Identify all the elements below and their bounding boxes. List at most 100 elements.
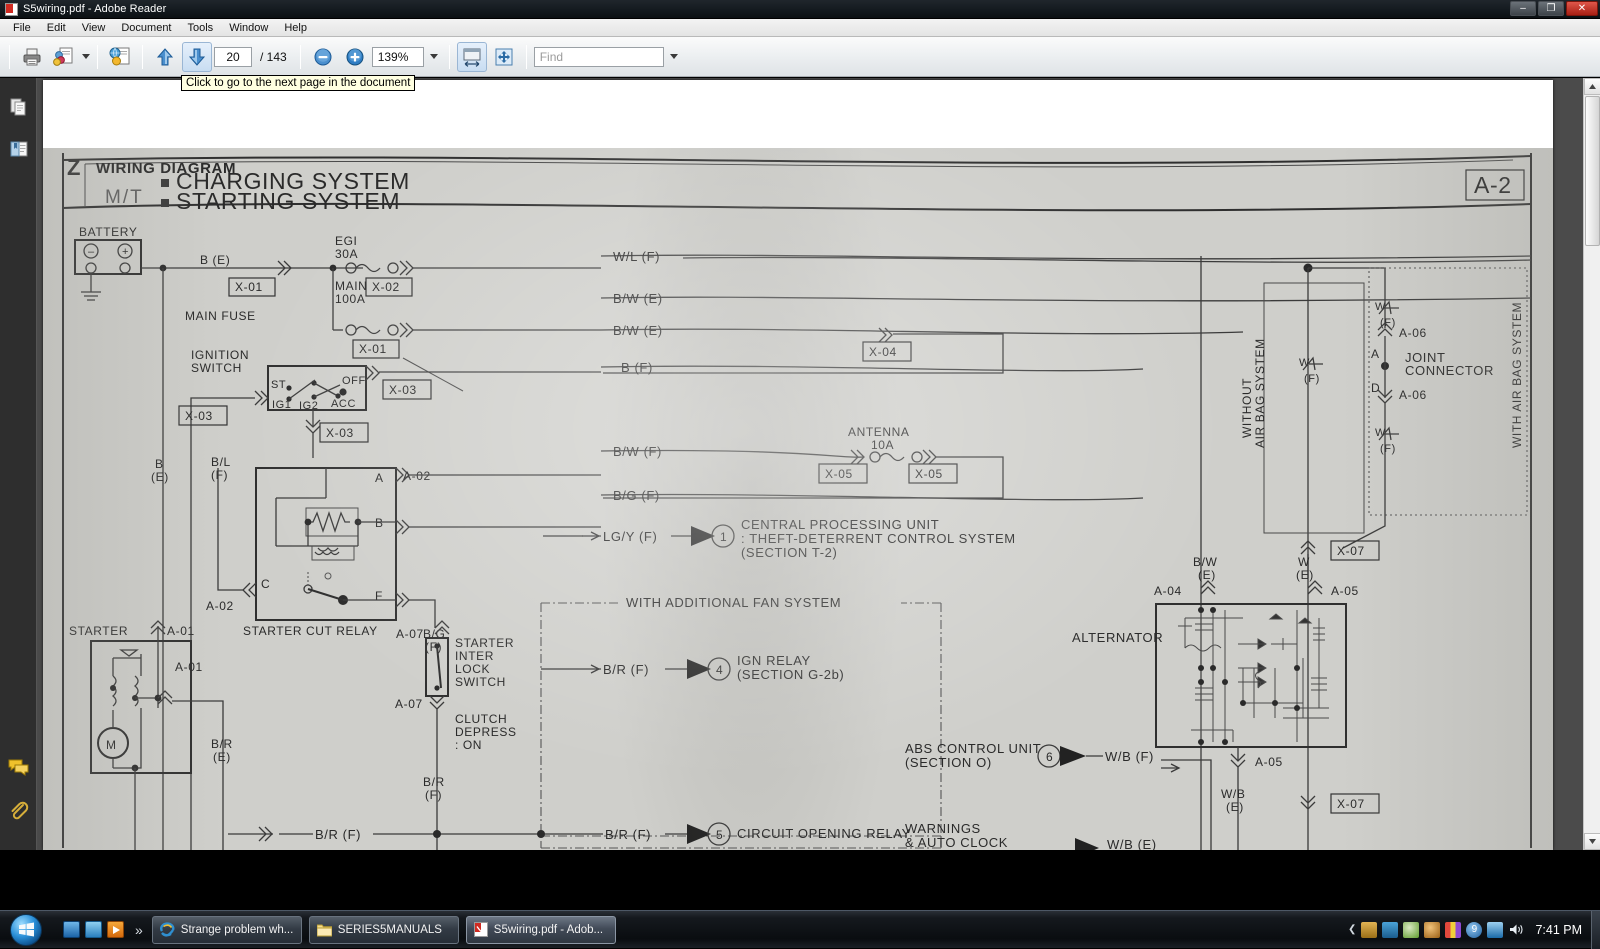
window-title: S5wiring.pdf - Adobe Reader — [23, 3, 166, 15]
connector-x07-bottom: X-07 — [1337, 797, 1365, 811]
zoom-in-button[interactable] — [340, 42, 370, 72]
wire-br-f-vert-2: (F) — [425, 788, 442, 802]
relay-terminal-b: B — [375, 516, 384, 530]
taskbar-item-adobe-reader[interactable]: S5wiring.pdf - Adob... — [466, 916, 616, 944]
ignition-switch-label-1: IGNITION — [191, 348, 249, 362]
menu-view[interactable]: View — [74, 21, 114, 35]
taskbar-item-folder[interactable]: SERIES5MANUALS — [309, 916, 459, 944]
wire-wl-f: W/L (F) — [613, 249, 660, 264]
zoom-in-icon — [345, 47, 365, 67]
wire-w-f-2b: (F) — [1380, 443, 1396, 455]
toolbar-divider — [9, 45, 10, 69]
wire-b-e: B (E) — [200, 253, 230, 267]
email-document-button[interactable] — [49, 42, 79, 72]
page-total-label: / 143 — [260, 50, 287, 64]
wire-bw-f: B/W (F) — [613, 444, 662, 459]
system-2-label: STARTING SYSTEM — [176, 188, 400, 214]
page-number-input[interactable]: 20 — [214, 47, 252, 67]
pdf-icon — [474, 922, 488, 937]
menu-document[interactable]: Document — [113, 21, 179, 35]
show-desktop-button[interactable] — [1591, 911, 1600, 949]
callout-arrow — [1075, 838, 1099, 850]
utorrent-icon[interactable] — [1382, 922, 1398, 938]
terminal-a06-top: A-06 — [1399, 326, 1427, 340]
starter-motor-label: M — [106, 738, 117, 752]
taskbar-clock[interactable]: 7:41 PM — [1535, 923, 1582, 937]
next-page-tooltip: Click to go to the next page in the docu… — [181, 75, 415, 91]
abs-label-2: (SECTION O) — [905, 755, 992, 770]
scroll-up-button[interactable] — [1584, 78, 1600, 95]
abs-label-1: ABS CONTROL UNIT — [905, 741, 1041, 756]
volume-icon[interactable] — [1508, 922, 1524, 938]
maximize-button[interactable]: ❐ — [1538, 1, 1564, 16]
minimize-button[interactable]: – — [1510, 1, 1536, 16]
bookmarks-panel-button[interactable] — [0, 128, 37, 170]
globe-check-icon[interactable] — [1424, 922, 1440, 938]
taskbar-item-browser[interactable]: Strange problem wh... — [152, 916, 302, 944]
terminal-a02-left: A-02 — [206, 599, 234, 613]
menu-window[interactable]: Window — [221, 21, 276, 35]
find-input[interactable]: Find — [534, 47, 664, 67]
menu-edit[interactable]: Edit — [39, 21, 74, 35]
document-viewport[interactable]: A-2 Z WIRING DIAGRAM M/T CHARGING SYSTEM… — [37, 78, 1600, 850]
internet-explorer-icon — [160, 922, 175, 937]
comments-panel-button[interactable] — [0, 746, 37, 788]
scrollbar-thumb[interactable] — [1585, 96, 1600, 246]
battery-label: BATTERY — [79, 225, 137, 239]
wire-br-f-vert-1: B/R — [423, 775, 445, 789]
wire-b-e-vert-1: B — [155, 457, 164, 471]
ign-position-acc: ACC — [331, 398, 356, 410]
without-air-bag-label-1: WITHOUT — [1240, 378, 1254, 438]
scroll-down-button[interactable] — [1584, 833, 1600, 850]
vertical-scrollbar[interactable] — [1583, 78, 1600, 850]
pages-panel-button[interactable] — [0, 86, 37, 128]
without-air-bag-label-2: AIR BAG SYSTEM — [1253, 338, 1267, 448]
close-button[interactable]: ✕ — [1566, 1, 1598, 16]
fit-width-icon — [461, 46, 483, 68]
email-document-dropdown[interactable] — [81, 46, 90, 68]
quick-launch-overflow-button[interactable]: » — [135, 922, 143, 938]
zoom-dropdown-button[interactable] — [426, 46, 442, 68]
terminal-a01-top: A-01 — [167, 624, 195, 638]
shield-green-icon[interactable] — [1403, 922, 1419, 938]
zoom-out-button[interactable] — [308, 42, 338, 72]
navigation-pane — [0, 78, 37, 850]
colorbars-icon[interactable] — [1445, 922, 1461, 938]
next-page-button[interactable] — [182, 42, 212, 72]
starter-interlock-1: STARTER — [455, 636, 514, 650]
tray-expand-button[interactable]: ❮ — [1348, 924, 1356, 935]
joint-terminal-a: A — [1371, 347, 1380, 361]
blue-9-icon[interactable]: 9 — [1466, 922, 1482, 938]
wiring-diagram-svg: A-2 Z WIRING DIAGRAM M/T CHARGING SYSTEM… — [43, 148, 1553, 850]
wire-w-f-3b: (F) — [1304, 373, 1320, 385]
chevron-up-icon — [1589, 84, 1596, 89]
fit-page-button[interactable] — [489, 42, 519, 72]
with-air-bag-label: WITH AIR BAG SYSTEM — [1510, 302, 1524, 448]
previous-page-button[interactable] — [150, 42, 180, 72]
callout-number-4: 4 — [716, 663, 723, 677]
print-button[interactable] — [17, 42, 47, 72]
menu-file[interactable]: File — [5, 21, 39, 35]
start-button[interactable] — [3, 913, 49, 947]
fit-width-button[interactable] — [457, 42, 487, 72]
printer-tray-icon[interactable] — [1361, 922, 1377, 938]
menu-help[interactable]: Help — [276, 21, 315, 35]
ign-position-ig2: IG2 — [299, 400, 319, 412]
callout-number-1: 1 — [720, 530, 727, 544]
show-desktop-icon[interactable] — [63, 921, 80, 938]
attachments-panel-button[interactable] — [0, 790, 37, 832]
network-icon[interactable] — [1487, 922, 1503, 938]
zoom-level-input[interactable]: 139% — [372, 47, 424, 67]
switch-windows-icon[interactable] — [85, 921, 102, 938]
windows-logo-icon — [18, 921, 35, 938]
connector-x02: X-02 — [372, 280, 400, 294]
find-dropdown-button[interactable] — [666, 46, 682, 68]
warnings-sub-label: & AUTO CLOCK — [905, 835, 1008, 850]
menu-tools[interactable]: Tools — [180, 21, 222, 35]
taskbar-item-label: Strange problem wh... — [181, 924, 294, 936]
relay-terminal-c: C — [261, 577, 270, 591]
web-capture-button[interactable] — [105, 42, 135, 72]
terminal-a07-bottom: A-07 — [395, 697, 423, 711]
fit-page-icon — [493, 46, 515, 68]
media-player-icon[interactable] — [107, 921, 124, 938]
